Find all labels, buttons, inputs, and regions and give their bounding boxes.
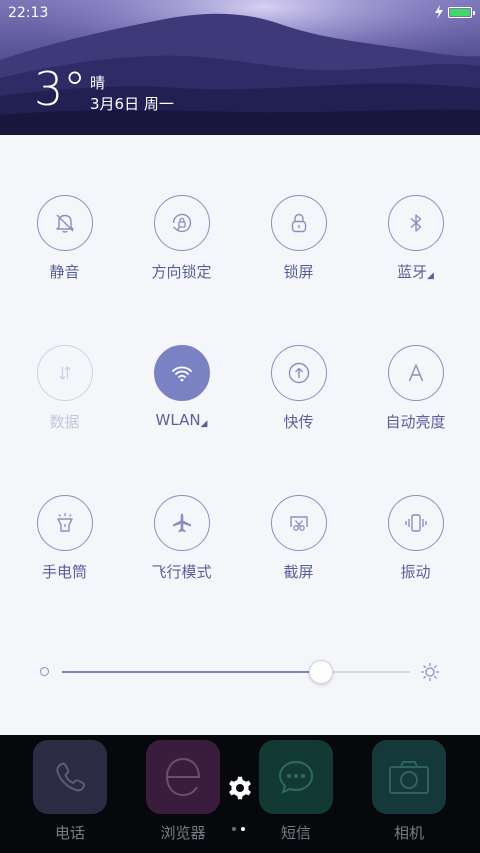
rotation-lock-icon [172,213,191,233]
brightness-thumb[interactable] [308,660,333,684]
browser-icon[interactable] [146,740,220,814]
wifi-icon [171,366,192,382]
status-time: 22:13 [8,5,49,21]
dock-app-browser[interactable]: 浏览器 [145,740,221,843]
dock-app-label: 短信 [280,824,311,842]
toggle-auto-brightness[interactable]: 自动亮度 [357,345,474,445]
bluetooth-icon [410,214,421,232]
toggle-label: 数据 [49,413,80,431]
toggle-rotation-lock[interactable]: 方向锁定 [123,195,240,295]
brightness-track[interactable] [62,660,410,684]
home-dock: 电话 浏览器 短信 相机 [0,735,480,853]
settings-gear-icon[interactable] [227,775,253,801]
screenshot-icon [289,516,308,531]
dock-app-camera[interactable]: 相机 [371,740,447,843]
charging-bolt-icon [435,5,443,19]
toggle-label: WLAN◢ [155,411,208,429]
brightness-low-icon [40,667,49,676]
toggle-circle[interactable] [153,345,210,401]
toggle-flashlight[interactable]: 手电筒 [6,495,123,595]
toggle-circle[interactable] [270,195,327,251]
toggle-label: 振动 [400,563,431,581]
toggle-label: 静音 [49,263,80,281]
toggle-mobile-data[interactable]: 数据 [6,345,123,445]
toggle-circle[interactable] [387,495,444,551]
toggle-bluetooth[interactable]: 蓝牙◢ [357,195,474,295]
notification-header: 22:13 3° 晴 3月6日 周一 [0,0,480,135]
toggle-label: 手电筒 [41,563,87,581]
dock-app-label: 相机 [393,824,424,842]
dock-app-phone[interactable]: 电话 [32,740,108,843]
dock-app-label: 浏览器 [160,824,206,842]
toggle-circle[interactable] [36,495,93,551]
flashlight-icon [56,513,73,532]
battery-level [450,8,470,16]
vibrate-icon [404,514,427,532]
data-arrows-icon [59,366,70,380]
message-icon[interactable] [259,740,333,814]
menu-triangle-icon: ◢ [200,419,208,429]
dock-app-label: 电话 [54,824,85,842]
status-icons [434,5,475,19]
page-dot [232,827,236,831]
upload-icon [288,362,309,384]
toggle-label: 蓝牙◢ [397,263,434,281]
toggle-label: 自动亮度 [385,413,446,431]
toggle-label: 锁屏 [283,263,314,281]
toggle-wlan[interactable]: WLAN◢ [123,345,240,445]
toggle-circle[interactable] [36,345,93,401]
toggle-screenshot[interactable]: 截屏 [240,495,357,595]
weather-condition: 晴 [90,74,106,92]
phone-icon[interactable] [33,740,107,814]
dock-app-messages[interactable]: 短信 [258,740,334,843]
toggle-circle[interactable] [270,495,327,551]
toggle-circle[interactable] [153,495,210,551]
weather-temperature: 3° [34,62,87,116]
quick-settings-panel: 静音 方向锁定 锁屏 蓝牙◢ 数据 WLAN◢ 快传 自动亮度 手电筒 飞行模式… [0,135,480,735]
lock-icon [291,213,306,233]
battery-icon [448,6,475,18]
menu-triangle-icon: ◢ [427,271,434,281]
toggle-airplane-mode[interactable]: 飞行模式 [123,495,240,595]
page-dot-active [241,827,245,831]
toggle-vibrate[interactable]: 振动 [357,495,474,595]
page-indicator [232,827,245,831]
airplane-icon [172,513,191,533]
toggle-circle[interactable] [270,345,327,401]
toggle-circle[interactable] [387,345,444,401]
toggle-circle[interactable] [153,195,210,251]
weather-date: 3月6日 周一 [90,95,174,113]
toggle-mute[interactable]: 静音 [6,195,123,295]
toggle-label: 方向锁定 [151,263,212,281]
brightness-slider[interactable] [40,660,440,684]
brightness-high-icon [420,662,440,682]
toggle-circle[interactable] [387,195,444,251]
brightness-fill [62,671,320,673]
toggle-circle[interactable] [36,195,93,251]
toggle-label: 截屏 [283,563,314,581]
toggle-quick-transfer[interactable]: 快传 [240,345,357,445]
bell-off-icon [55,214,74,233]
camera-icon[interactable] [372,740,446,814]
toggle-label: 飞行模式 [151,563,212,581]
toggle-lock-screen[interactable]: 锁屏 [240,195,357,295]
toggle-label: 快传 [283,413,314,431]
letter-a-icon [408,364,423,382]
